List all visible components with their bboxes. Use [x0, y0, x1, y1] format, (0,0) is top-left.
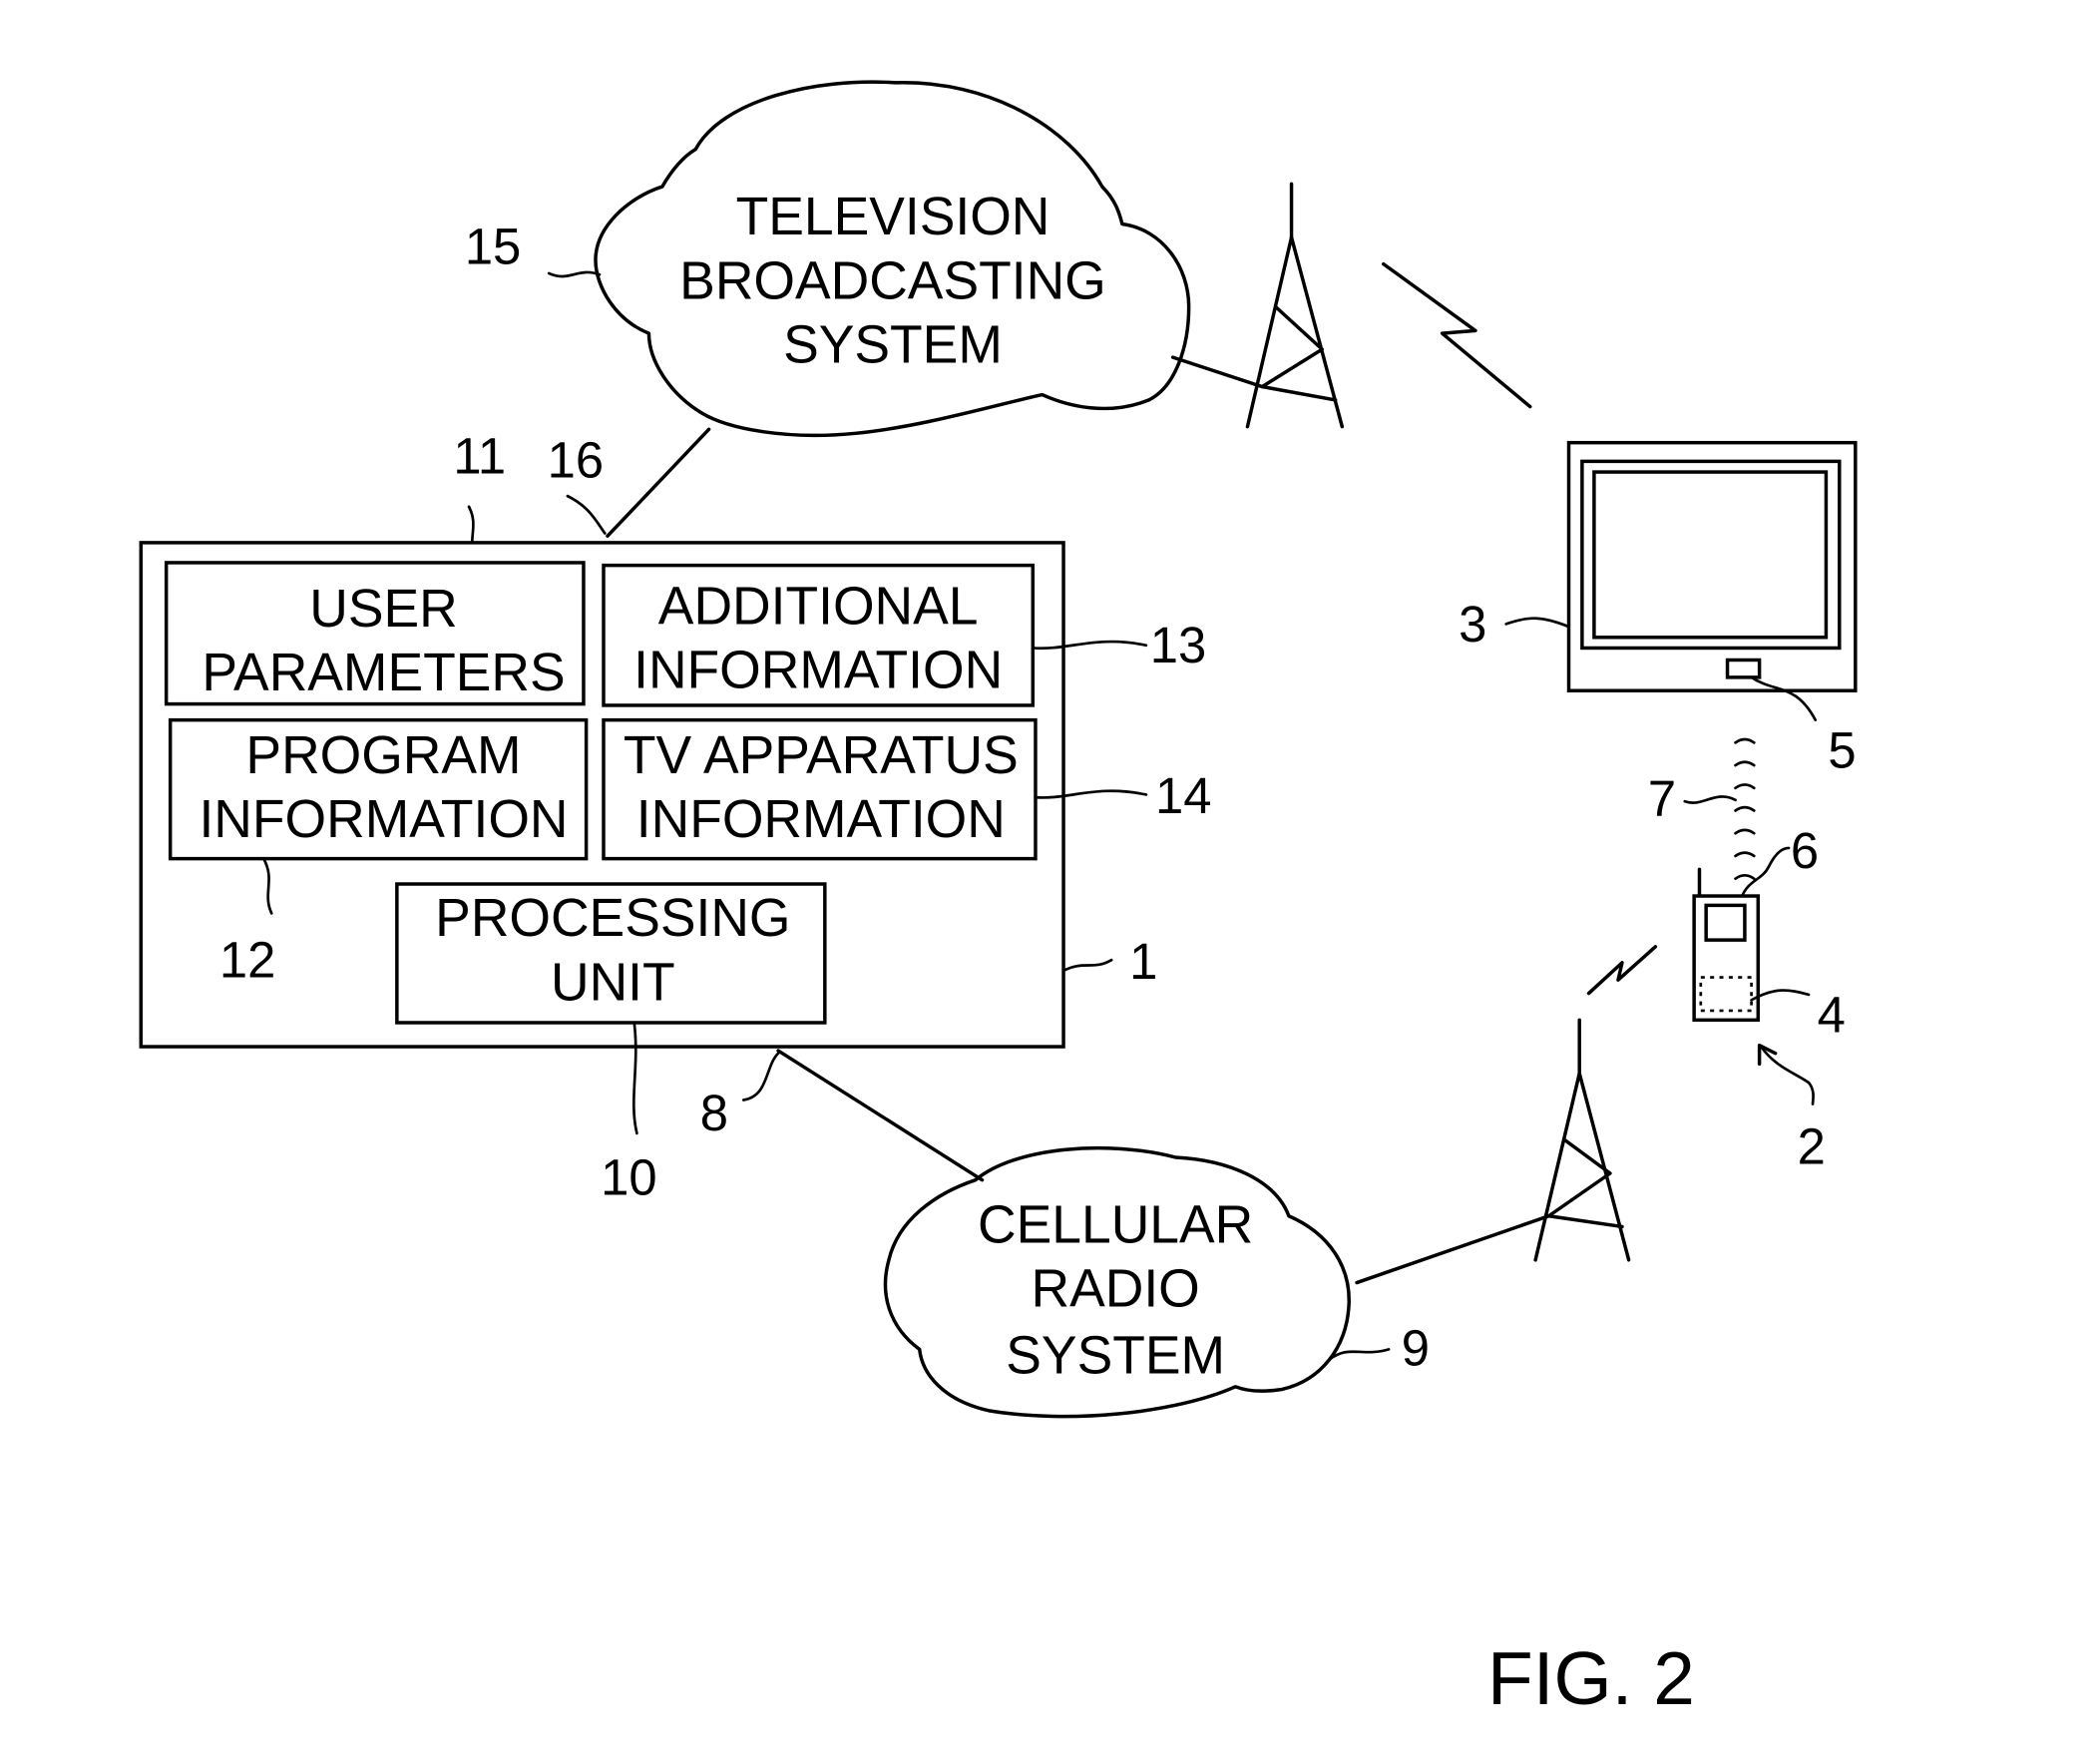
ref-13: 13	[1150, 617, 1206, 673]
ref-14: 14	[1155, 767, 1211, 824]
tv-apparatus-icon	[1566, 440, 1858, 692]
leader-line-15	[547, 270, 602, 278]
broadcast-tower-icon	[1170, 182, 1345, 429]
wireless-signal-icon	[1586, 945, 1658, 996]
leader-line-16	[566, 494, 607, 535]
leader-line-6	[1740, 846, 1791, 898]
ref-15: 15	[465, 219, 521, 275]
cellular-radio-cloud: CELLULAR RADIO SYSTEM	[883, 1145, 1351, 1419]
cloud-text-line: RADIO	[1032, 1260, 1200, 1319]
cloud-text-line: TELEVISION	[736, 188, 1050, 246]
block-label: INFORMATION	[199, 790, 568, 849]
block-label: PROGRAM	[245, 726, 521, 785]
short-range-signal-icon	[1734, 737, 1756, 880]
block-label: PROCESSING	[435, 889, 790, 948]
block-label: PARAMETERS	[202, 644, 565, 702]
ref-16: 16	[548, 431, 604, 488]
ref-2: 2	[1798, 1118, 1826, 1175]
patent-diagram: TELEVISION BROADCASTING SYSTEM 15 16 11 …	[139, 80, 1858, 1720]
block-label: UNIT	[551, 953, 675, 1012]
block-label: INFORMATION	[633, 642, 1003, 700]
leader-line-10	[631, 1021, 638, 1135]
ref-12: 12	[219, 932, 275, 989]
ref-1: 1	[1129, 933, 1157, 990]
ref-8: 8	[700, 1085, 728, 1141]
cloud-text-line: CELLULAR	[978, 1195, 1253, 1254]
arrow-2	[1760, 1047, 1815, 1105]
cloud-text-line: SYSTEM	[1006, 1326, 1225, 1385]
cellular-connection-line	[776, 1049, 985, 1182]
leader-line-7	[1683, 795, 1737, 804]
ref-4: 4	[1818, 986, 1846, 1043]
cloud-text-line: BROADCASTING	[679, 251, 1106, 310]
block-label: ADDITIONAL	[658, 577, 979, 636]
broadcast-connection-line	[606, 427, 711, 538]
figure-caption: FIG. 2	[1487, 1636, 1695, 1720]
server-box: USER PARAMETERS ADDITIONAL INFORMATION P…	[139, 541, 1065, 1049]
ref-11: 11	[453, 427, 506, 484]
cellular-tower-icon	[1355, 1018, 1631, 1285]
ref-7: 7	[1648, 770, 1676, 827]
ref-10: 10	[601, 1148, 656, 1205]
block-label: USER	[309, 580, 457, 639]
block-label: TV APPARATUS	[624, 726, 1019, 785]
leader-line-8	[741, 1052, 780, 1102]
ref-9: 9	[1402, 1319, 1430, 1376]
leader-line-1	[1061, 958, 1113, 973]
cloud-text-line: SYSTEM	[783, 315, 1003, 374]
wireless-signal-icon	[1382, 261, 1532, 409]
ref-6: 6	[1791, 822, 1819, 879]
ref-5: 5	[1828, 722, 1856, 779]
leader-line-3	[1504, 617, 1570, 629]
ref-3: 3	[1459, 596, 1486, 653]
block-label: INFORMATION	[636, 790, 1006, 849]
leader-line-4	[1750, 989, 1811, 1002]
television-broadcasting-cloud: TELEVISION BROADCASTING SYSTEM	[594, 80, 1191, 438]
leader-line-9	[1327, 1348, 1391, 1362]
mobile-terminal-icon	[1692, 867, 1761, 1023]
